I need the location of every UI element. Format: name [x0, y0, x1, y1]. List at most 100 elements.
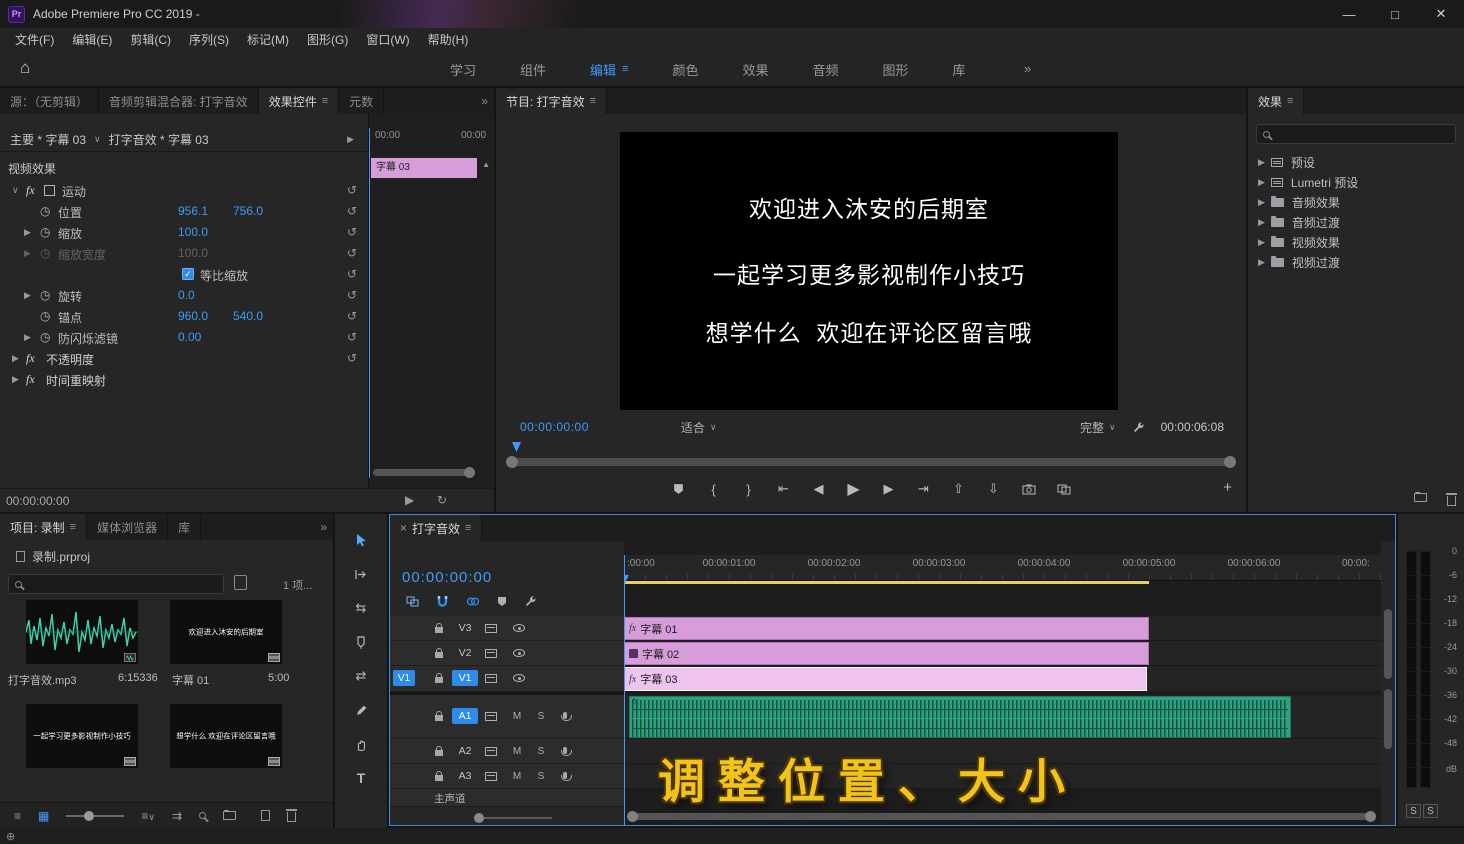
slip-tool[interactable]: ⇄: [350, 666, 372, 686]
lift-icon[interactable]: ⇧: [951, 480, 967, 498]
step-forward-icon[interactable]: ▶: [881, 480, 897, 498]
ripple-edit-tool[interactable]: ⇆: [350, 598, 372, 618]
master-track-label[interactable]: 主声道: [434, 791, 466, 806]
icon-view-icon[interactable]: ▦: [38, 809, 49, 823]
find-icon[interactable]: [199, 812, 207, 819]
chevron-right-icon[interactable]: ▶: [24, 290, 31, 301]
voice-over-mic-icon[interactable]: [556, 708, 574, 724]
vertical-scrollbar-audio[interactable]: [1384, 689, 1392, 749]
timecode[interactable]: 00:00:00:00: [6, 494, 69, 508]
horizontal-zoom-scrollbar[interactable]: [627, 811, 1376, 822]
sequence-timecode[interactable]: 00:00:00:00: [402, 569, 492, 586]
menu-edit[interactable]: 编辑(E): [63, 31, 121, 48]
clear-icon[interactable]: [286, 809, 298, 822]
source-assign-icon[interactable]: [482, 768, 500, 784]
param-value[interactable]: 100.0: [178, 225, 208, 239]
fx-badge-icon[interactable]: fx: [26, 372, 35, 387]
fit-dropdown[interactable]: 适合 ∨: [681, 419, 717, 436]
sync-status-icon[interactable]: ⊕: [6, 830, 15, 843]
chevron-right-icon[interactable]: ▶: [1258, 217, 1265, 228]
project-item-name[interactable]: 打字音效.mp3: [8, 672, 76, 688]
param-value[interactable]: 0.00: [178, 330, 201, 344]
list-view-icon[interactable]: ≡: [14, 809, 21, 823]
menu-sequence[interactable]: 序列(S): [180, 31, 238, 48]
new-bin-icon[interactable]: [223, 810, 237, 820]
lock-icon[interactable]: [430, 708, 448, 724]
workspace-tab-audio[interactable]: 音频: [791, 50, 861, 88]
track-name-a1[interactable]: A1: [452, 708, 478, 724]
workspace-tab-learn[interactable]: 学习: [428, 50, 498, 88]
nest-insert-icon[interactable]: [406, 596, 419, 608]
chevron-right-icon[interactable]: ▶: [1258, 257, 1265, 268]
effect-row-opacity[interactable]: ▶ fx 不透明度 ↺: [0, 348, 368, 369]
selection-tool[interactable]: [350, 530, 372, 550]
tab-libraries[interactable]: 库: [168, 514, 202, 540]
button-editor-plus-icon[interactable]: +: [1223, 479, 1232, 496]
panel-menu-icon[interactable]: ≡: [590, 95, 596, 107]
home-icon[interactable]: ⌂: [20, 58, 30, 78]
effects-search-box[interactable]: [1256, 124, 1456, 144]
tab-source-monitor[interactable]: 源：（无剪辑）: [0, 88, 100, 114]
chevron-right-icon[interactable]: ▶: [24, 248, 31, 259]
source-patch-badge[interactable]: V1: [393, 670, 415, 686]
param-value-x[interactable]: 956.1: [178, 204, 208, 218]
chevron-right-icon[interactable]: ▶: [12, 353, 19, 364]
snap-magnet-icon[interactable]: [436, 595, 449, 608]
extract-icon[interactable]: ⇩: [986, 480, 1002, 498]
pen-tool[interactable]: [350, 700, 372, 720]
effects-tree-audio-effects[interactable]: ▶ 音频效果: [1248, 192, 1464, 212]
chevron-right-icon[interactable]: ▶: [24, 227, 31, 238]
go-to-out-icon[interactable]: ⇥: [916, 480, 932, 498]
solo-left-button[interactable]: S: [1406, 804, 1421, 818]
effect-row-time-remap[interactable]: ▶ fx 时间重映射: [0, 369, 368, 390]
param-value[interactable]: 0.0: [178, 288, 195, 302]
param-value-x[interactable]: 960.0: [178, 309, 208, 323]
automate-to-sequence-icon[interactable]: ⇉: [172, 809, 182, 823]
menu-marker[interactable]: 标记(M): [238, 31, 298, 48]
source-assign-icon[interactable]: [482, 743, 500, 759]
chevron-right-icon[interactable]: ▶: [1258, 237, 1265, 248]
export-frame-icon[interactable]: [1021, 480, 1037, 498]
voice-over-mic-icon[interactable]: [556, 743, 574, 759]
tab-effects[interactable]: 效果 ≡: [1248, 88, 1305, 114]
tab-sequence[interactable]: × 打字音效 ≡: [390, 515, 483, 541]
chevron-right-icon[interactable]: ▶: [1258, 197, 1265, 208]
clip-audio-typing-sfx[interactable]: fx: [629, 696, 1291, 738]
current-timecode[interactable]: 00:00:00:00: [520, 420, 589, 434]
voice-over-mic-icon[interactable]: [556, 768, 574, 784]
mini-clip[interactable]: 字幕 03: [371, 158, 477, 178]
clip-subtitle-01[interactable]: fx 字幕 01: [624, 617, 1149, 640]
effects-search-input[interactable]: [1276, 128, 1426, 140]
effect-controls-timeline[interactable]: 00:00 00:00 ▲ 字幕 03: [368, 114, 494, 488]
minimize-icon[interactable]: —: [1326, 0, 1372, 28]
lock-icon[interactable]: [430, 768, 448, 784]
project-search-input[interactable]: [28, 578, 198, 590]
maximize-icon[interactable]: □: [1372, 0, 1418, 28]
effects-tree-video-effects[interactable]: ▶ 视频效果: [1248, 232, 1464, 252]
playhead[interactable]: [624, 555, 629, 825]
reset-icon[interactable]: ↺: [347, 309, 357, 323]
chevron-down-icon[interactable]: ∨: [12, 185, 19, 196]
solo-button[interactable]: S: [532, 743, 550, 759]
panel-menu-icon[interactable]: ≡: [1287, 95, 1293, 107]
panel-menu-icon[interactable]: ≡: [465, 522, 471, 534]
project-item-title-thumbnail[interactable]: 想学什么 欢迎在评论区留言哦: [170, 704, 282, 768]
workspace-tab-graphics[interactable]: 图形: [861, 50, 931, 88]
add-marker-icon[interactable]: [671, 480, 687, 498]
track-name-v3[interactable]: V3: [452, 620, 478, 636]
comparison-view-icon[interactable]: [1056, 480, 1072, 498]
reset-icon[interactable]: ↺: [347, 246, 357, 260]
program-scrub-ruler[interactable]: [506, 442, 1236, 454]
mute-button[interactable]: M: [508, 743, 526, 759]
fx-badge-icon[interactable]: fx: [26, 351, 35, 366]
workspace-menu-icon[interactable]: ≡: [622, 63, 628, 75]
lock-icon[interactable]: [430, 743, 448, 759]
tab-metadata[interactable]: 元数: [339, 88, 385, 114]
tab-overflow-icon[interactable]: »: [481, 94, 488, 108]
source-assign-icon[interactable]: [482, 620, 500, 636]
solo-button[interactable]: S: [532, 708, 550, 724]
timeline-ruler[interactable]: :00:00 00:00:01:00 00:00:02:00 00:00:03:…: [624, 555, 1381, 581]
mark-in-icon[interactable]: {: [706, 480, 722, 498]
chevron-down-icon[interactable]: ∨: [94, 134, 101, 145]
timeline-settings-wrench-icon[interactable]: [524, 595, 537, 608]
